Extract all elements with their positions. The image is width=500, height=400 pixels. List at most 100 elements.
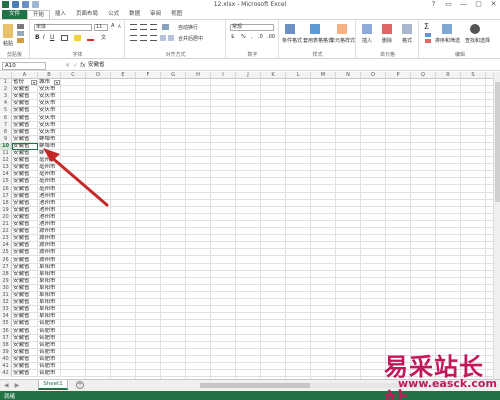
cell-b[interactable]: 合肥市 [38, 334, 61, 342]
prev-sheet-icon[interactable]: ◀ [4, 382, 9, 389]
row-header[interactable]: 28 [0, 270, 12, 278]
number-format-select[interactable]: 常规 [230, 24, 274, 31]
row-header[interactable]: 16 [0, 185, 12, 193]
filter-dropdown-b[interactable]: ▾ [54, 80, 60, 85]
cell-a[interactable]: 安徽省 [12, 206, 38, 214]
row-header[interactable]: 14 [0, 171, 12, 179]
row-header[interactable]: 12 [0, 157, 12, 165]
format-painter-icon[interactable] [17, 38, 24, 43]
cell-b[interactable]: 安庆市 [38, 121, 61, 129]
font-color-icon[interactable] [87, 35, 94, 41]
row-header[interactable]: 34 [0, 313, 12, 321]
middle-align-icon[interactable] [140, 24, 147, 30]
row-header[interactable]: 31 [0, 292, 12, 299]
cell-a[interactable]: 安徽省 [12, 192, 38, 200]
cell-a[interactable]: 安徽省 [12, 199, 38, 207]
row-header[interactable]: 20 [0, 213, 12, 221]
cell-b[interactable]: 阜阳市 [38, 306, 61, 314]
sheet-grid[interactable]: 1 省份 城市 ▾ ▾ 2 安徽省 安庆市 3 安徽省 安庆市 4 安徽省 安庆市 5 安徽省 安庆市 6 安徽省安… [0, 79, 500, 379]
row-header[interactable]: 19 [0, 206, 12, 214]
maximize-icon[interactable]: ▢ [474, 0, 483, 8]
underline-button[interactable]: U [50, 34, 54, 41]
help-icon[interactable]: ? [429, 0, 438, 8]
row-header[interactable]: 41 [0, 363, 12, 370]
row-header[interactable]: 24 [0, 242, 12, 250]
sort-filter-icon[interactable] [442, 24, 452, 34]
add-sheet-button[interactable]: + [76, 381, 84, 389]
vertical-scroll-thumb[interactable] [495, 82, 500, 202]
row-header[interactable]: 26 [0, 256, 12, 264]
column-header-d[interactable]: D [86, 72, 111, 79]
cell-a[interactable]: 安徽省 [12, 135, 38, 143]
sheet-tab-sheet1[interactable]: Sheet1 [38, 380, 68, 390]
name-box[interactable]: A10 [2, 62, 46, 70]
column-header-f[interactable]: F [136, 72, 161, 79]
cell-b[interactable]: 阜阳市 [38, 299, 61, 307]
cell-b[interactable]: 安庆市 [38, 128, 61, 136]
italic-button[interactable]: I [43, 34, 45, 41]
align-right-icon[interactable] [150, 35, 157, 41]
next-sheet-icon[interactable]: ▶ [15, 382, 20, 389]
cell-b[interactable]: 阜阳市 [38, 292, 61, 299]
cell-b[interactable]: 阜阳市 [38, 284, 61, 292]
cell-b[interactable]: 安庆市 [38, 100, 61, 108]
cut-icon[interactable] [17, 24, 24, 29]
row-header[interactable]: 2 [0, 86, 12, 94]
cell-a[interactable]: 安徽省 [12, 249, 38, 257]
ribbon-display-icon[interactable]: ▭ [444, 0, 453, 8]
row-header[interactable]: 37 [0, 334, 12, 342]
wrap-text-button[interactable]: 自动换行 [178, 24, 198, 31]
row-header[interactable]: 40 [0, 355, 12, 363]
comma-icon[interactable]: , [251, 34, 253, 40]
column-header-j[interactable]: J [236, 72, 261, 79]
cell-b[interactable]: 滁州市 [38, 256, 61, 264]
tab-page-layout[interactable]: 页面布局 [71, 10, 103, 19]
column-header-k[interactable]: K [261, 72, 286, 79]
row-header[interactable]: 10 [0, 142, 12, 150]
cell-b[interactable]: 阜阳市 [38, 270, 61, 278]
cell-b[interactable]: 池州市 [38, 221, 61, 228]
row-header[interactable]: 7 [0, 121, 12, 129]
format-as-table-icon[interactable] [310, 24, 320, 34]
column-header-c[interactable]: C [61, 72, 86, 79]
cell-b[interactable]: 亳州市 [38, 185, 61, 193]
cell-a[interactable]: 安徽省 [12, 327, 38, 335]
cell-b[interactable]: 合肥市 [38, 320, 61, 328]
column-header-o[interactable]: O [361, 72, 386, 79]
cell-a[interactable]: 安徽省 [12, 270, 38, 278]
column-header-s[interactable]: S [461, 72, 486, 79]
cell-b[interactable]: 滁州市 [38, 228, 61, 236]
row-header[interactable]: 32 [0, 299, 12, 307]
cell-styles-icon[interactable] [337, 24, 347, 34]
cell-b[interactable]: 安庆市 [38, 86, 61, 94]
font-size-select[interactable]: 11 [94, 24, 108, 31]
conditional-format-icon[interactable] [285, 24, 295, 34]
decrease-indent-icon[interactable] [160, 35, 166, 41]
cell-b[interactable]: 安庆市 [38, 93, 61, 101]
column-header-r[interactable]: R [436, 72, 461, 79]
cell-a[interactable]: 安徽省 [12, 256, 38, 264]
cell-a[interactable]: 安徽省 [12, 313, 38, 321]
row-header[interactable]: 38 [0, 341, 12, 349]
cell-styles-label[interactable]: 单元格样式 [330, 37, 355, 44]
cell-b[interactable]: 安庆市 [38, 114, 61, 122]
accounting-icon[interactable]: $ [231, 34, 234, 40]
cell-b[interactable]: 池州市 [38, 213, 61, 221]
row-header[interactable]: 42 [0, 370, 12, 378]
grow-font-icon[interactable]: A [111, 23, 114, 29]
column-header-q[interactable]: Q [411, 72, 436, 79]
column-header-i[interactable]: I [211, 72, 236, 79]
font-name-select[interactable]: 宋体 [34, 24, 92, 31]
cell-a[interactable]: 安徽省 [12, 185, 38, 193]
cell-a[interactable]: 安徽省 [12, 284, 38, 292]
row-header[interactable]: 39 [0, 348, 12, 356]
cell-b[interactable]: 池州市 [38, 199, 61, 207]
clear-icon[interactable] [425, 39, 431, 43]
bottom-align-icon[interactable] [150, 24, 157, 30]
merge-center-button[interactable]: 合并后居中 [178, 35, 203, 42]
row-header[interactable]: 9 [0, 135, 12, 143]
cell-b[interactable]: 池州市 [38, 192, 61, 200]
cell-b[interactable]: 蚌埠市 [38, 142, 61, 150]
cell-b[interactable]: 池州市 [38, 206, 61, 214]
decrease-decimal-icon[interactable]: .00 [267, 34, 275, 40]
